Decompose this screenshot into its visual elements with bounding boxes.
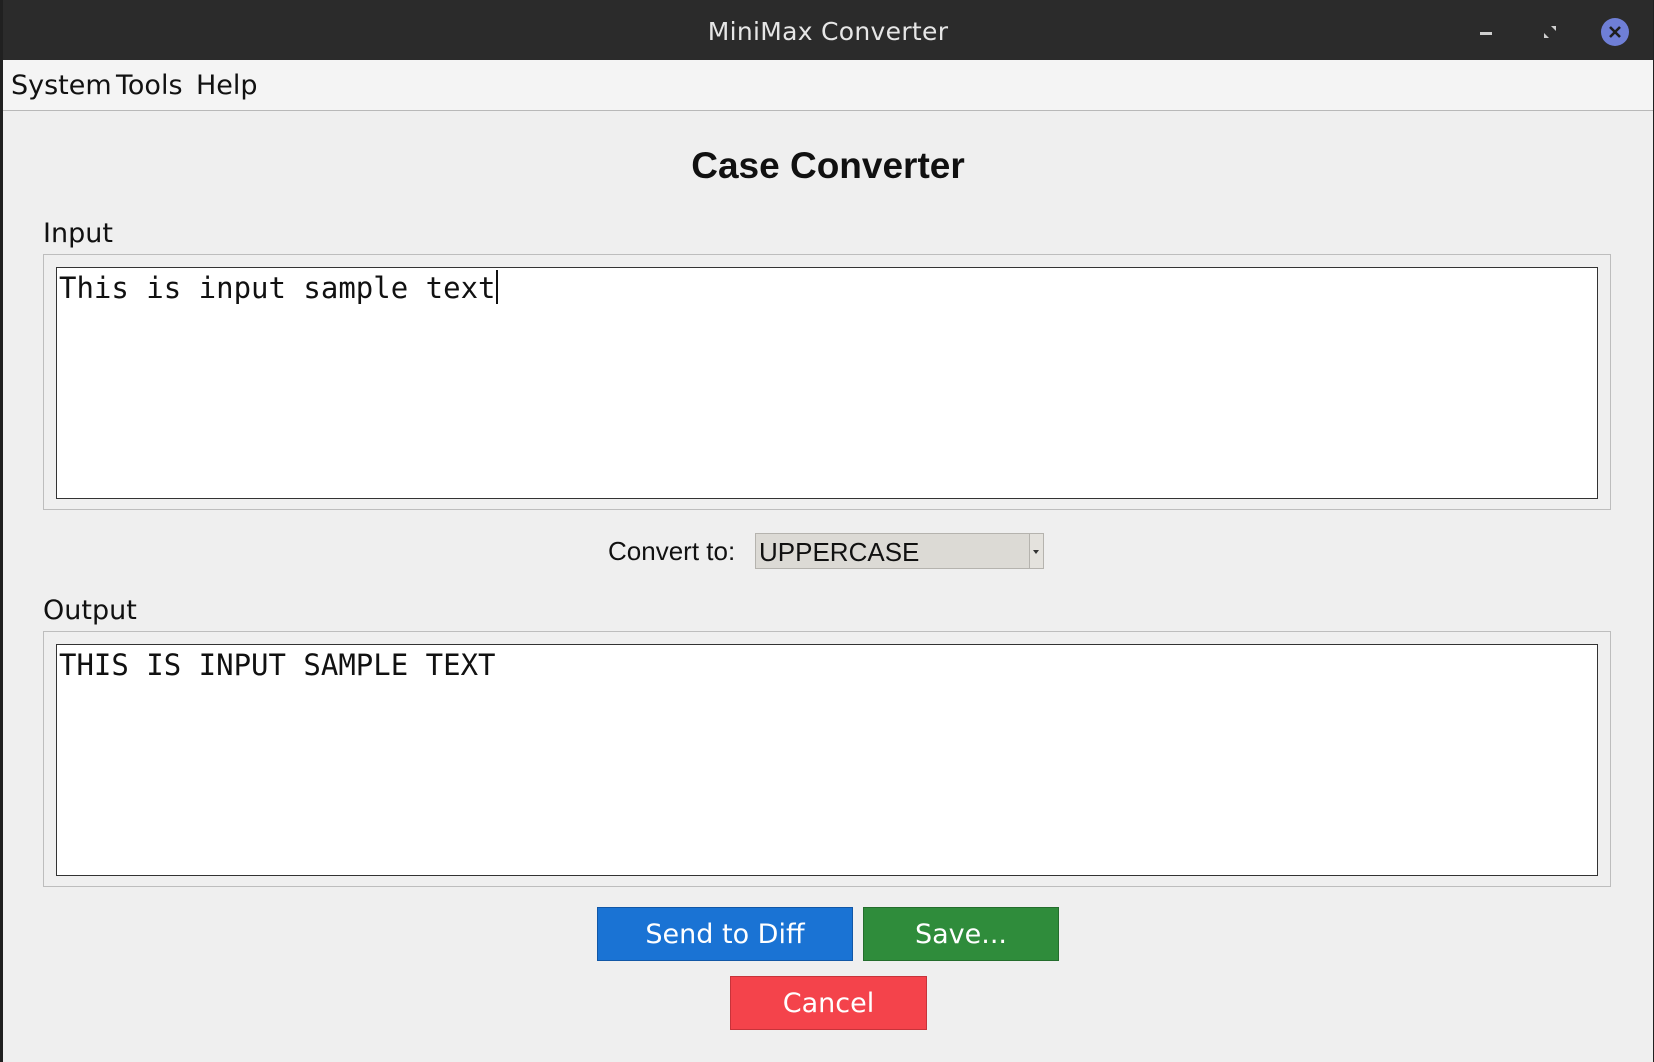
app-window: MiniMax Converter System Tools Help Case… (3, 0, 1653, 1062)
save-button[interactable]: Save... (863, 907, 1059, 961)
title-bar[interactable]: MiniMax Converter (3, 0, 1653, 60)
convert-to-select[interactable]: UPPERCASE (755, 533, 1044, 569)
maximize-icon[interactable] (1536, 18, 1564, 46)
output-frame: THIS IS INPUT SAMPLE TEXT (43, 631, 1611, 887)
convert-to-label: Convert to: (608, 536, 736, 566)
text-cursor (495, 270, 498, 304)
input-label: Input (43, 218, 113, 249)
output-textarea[interactable]: THIS IS INPUT SAMPLE TEXT (56, 644, 1598, 876)
convert-to-value: UPPERCASE (759, 537, 920, 567)
menu-system[interactable]: System (11, 60, 112, 110)
output-text: THIS IS INPUT SAMPLE TEXT (59, 648, 496, 682)
menu-help[interactable]: Help (196, 60, 258, 110)
menu-tools[interactable]: Tools (116, 60, 183, 110)
chevron-down-icon[interactable] (1029, 534, 1043, 568)
input-frame: This is input sample text (43, 254, 1611, 510)
input-textarea[interactable]: This is input sample text (56, 267, 1598, 499)
close-icon[interactable] (1601, 18, 1629, 46)
input-text: This is input sample text (59, 271, 496, 305)
page-title: Case Converter (691, 145, 965, 186)
cancel-button[interactable]: Cancel (730, 976, 927, 1030)
output-label: Output (43, 595, 137, 626)
minimize-icon[interactable] (1472, 18, 1500, 46)
menu-bar: System Tools Help (3, 60, 1653, 111)
send-to-diff-button[interactable]: Send to Diff (597, 907, 853, 961)
window-title: MiniMax Converter (707, 17, 949, 46)
